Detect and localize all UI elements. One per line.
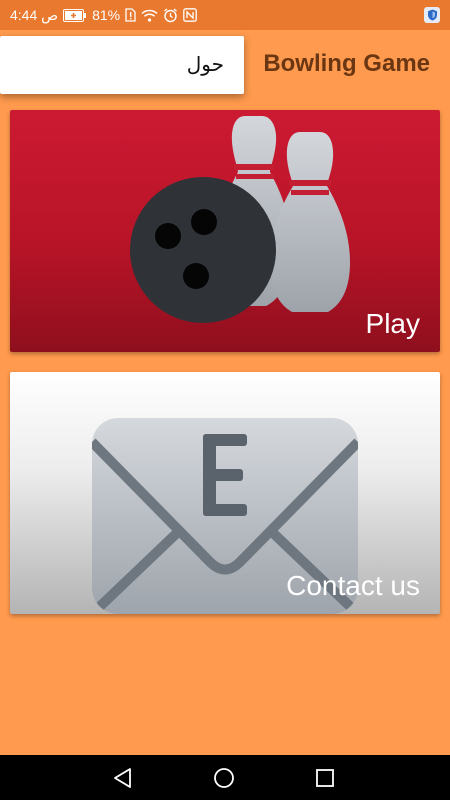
back-icon[interactable] — [112, 767, 134, 789]
bowling-pin-front — [270, 132, 350, 312]
status-right — [424, 7, 440, 23]
battery-icon — [63, 7, 87, 23]
play-card[interactable]: Play — [10, 110, 440, 352]
home-icon[interactable] — [213, 767, 235, 789]
sim-alert-icon — [125, 7, 136, 23]
wifi-icon — [141, 7, 158, 23]
app-title: Bowling Game — [263, 50, 430, 77]
overflow-menu-popup: حول — [0, 36, 244, 94]
navigation-bar — [0, 755, 450, 800]
contact-label: Contact us — [286, 570, 420, 601]
nfc-icon — [183, 7, 197, 23]
status-bar: 4:44 ص 81% — [0, 0, 450, 30]
battery-percent: 81% — [92, 7, 121, 23]
shield-icon — [424, 7, 440, 23]
status-left: 4:44 ص 81% — [10, 7, 197, 24]
recents-icon[interactable] — [314, 767, 336, 789]
bowling-ball — [130, 177, 276, 323]
alarm-icon — [163, 7, 178, 23]
status-time: 4:44 ص — [10, 6, 59, 23]
contact-card[interactable]: Contact us — [10, 372, 440, 614]
play-label: Play — [365, 308, 420, 339]
app-bar: Bowling Game حول — [0, 30, 450, 102]
menu-item-about[interactable]: حول — [187, 52, 224, 76]
